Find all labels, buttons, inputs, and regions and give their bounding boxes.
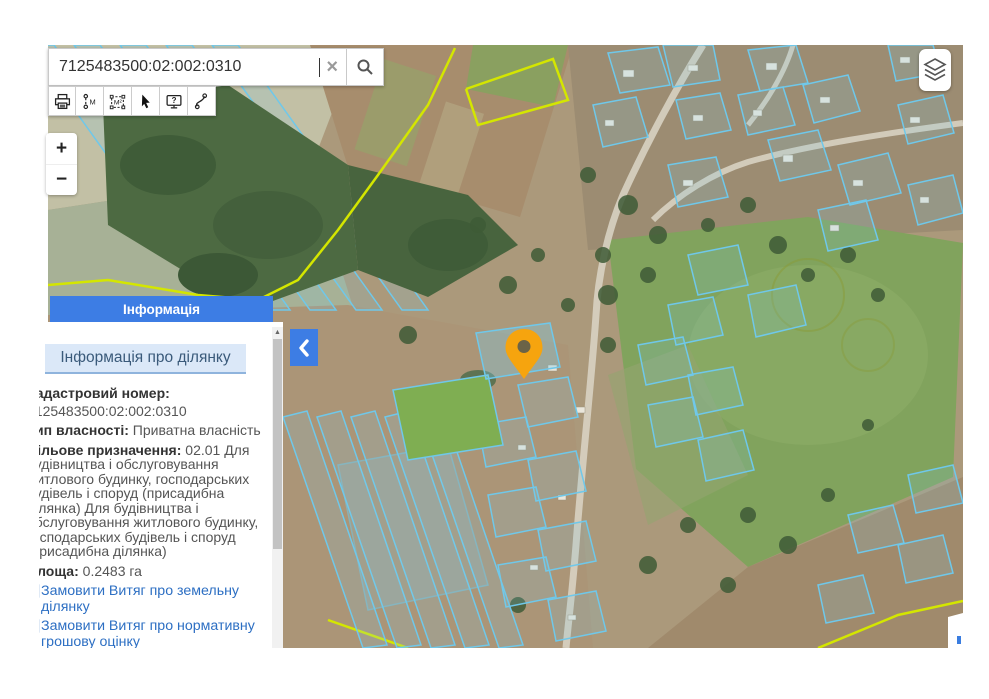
search-button[interactable] — [346, 48, 384, 86]
measure-area-icon: M² — [109, 94, 126, 109]
screen-help-icon: ? — [165, 94, 182, 108]
svg-text:?: ? — [171, 96, 176, 105]
clear-search-icon[interactable]: × — [320, 56, 338, 79]
field-label: Площа: — [39, 562, 79, 579]
field-value: 02.01 Для будівництва і обслуговування ж… — [39, 441, 259, 559]
field-value: 7125483500:02:002:0310 — [39, 402, 187, 419]
map-marker[interactable] — [503, 328, 545, 380]
pointer-tool-button[interactable] — [132, 86, 160, 116]
measure-length-button[interactable]: M — [76, 86, 104, 116]
cursor-icon — [141, 94, 150, 108]
layers-icon — [923, 58, 947, 81]
chevron-left-icon — [299, 338, 309, 357]
search-input[interactable]: 7125483500:02:002:0310 × — [48, 48, 346, 86]
measure-area-button[interactable]: M² — [104, 86, 132, 116]
route-icon — [194, 92, 208, 109]
field-label: Тип власності: — [39, 422, 129, 438]
green-parcel[interactable] — [392, 374, 504, 461]
route-tool-button[interactable] — [188, 86, 216, 116]
field-purpose: Цільове призначення: 02.01 Для будівницт… — [39, 441, 272, 559]
panel-scrollbar[interactable]: ▲ — [272, 327, 283, 648]
link-order-parcel-extract[interactable]: Замовити Витяг про земельну ділянку — [39, 583, 272, 615]
map-toolbar: M M² ? — [48, 86, 216, 116]
svg-text:M: M — [90, 97, 96, 106]
search-value: 7125483500:02:002:0310 — [59, 58, 242, 75]
layers-button[interactable] — [919, 49, 951, 91]
field-label: Кадастровий номер: — [39, 385, 170, 401]
field-cadastral-number: Кадастровий номер: 7125483500:02:002:0310 — [39, 386, 272, 418]
scrollbar-thumb[interactable] — [273, 339, 282, 549]
clipped-control — [957, 636, 961, 644]
page: 7125483500:02:002:0310 × M M² ? + − Інфо… — [0, 0, 989, 699]
search-bar: 7125483500:02:002:0310 × — [48, 48, 384, 86]
marker-body — [505, 329, 543, 379]
field-area: Площа: 0.2483 га — [39, 562, 272, 579]
print-button[interactable] — [48, 86, 76, 116]
zoom-out-button[interactable]: − — [46, 164, 77, 195]
field-ownership-type: Тип власності: Приватна власність — [39, 423, 272, 438]
collapse-panel-button[interactable] — [290, 329, 318, 366]
link-order-valuation-extract[interactable]: Замовити Витяг про нормативну грошову оц… — [39, 618, 272, 648]
search-icon — [357, 59, 373, 75]
marker-hole — [517, 340, 531, 353]
printer-icon — [54, 93, 70, 109]
measure-length-icon: M — [83, 93, 96, 109]
field-value: Приватна власність — [132, 422, 261, 438]
section-title: Інформація про ділянку — [45, 344, 246, 374]
zoom-in-button[interactable]: + — [46, 133, 77, 164]
zoom-controls: + − — [46, 133, 77, 195]
field-value: 0.2483 га — [82, 562, 142, 579]
help-tool-button[interactable]: ? — [160, 86, 188, 116]
svg-text:M²: M² — [114, 99, 123, 106]
scroll-up-icon[interactable]: ▲ — [272, 327, 283, 338]
info-panel-content: Інформація про ділянку Кадастровий номер… — [39, 322, 272, 648]
info-panel-tab[interactable]: Інформація — [50, 296, 273, 322]
